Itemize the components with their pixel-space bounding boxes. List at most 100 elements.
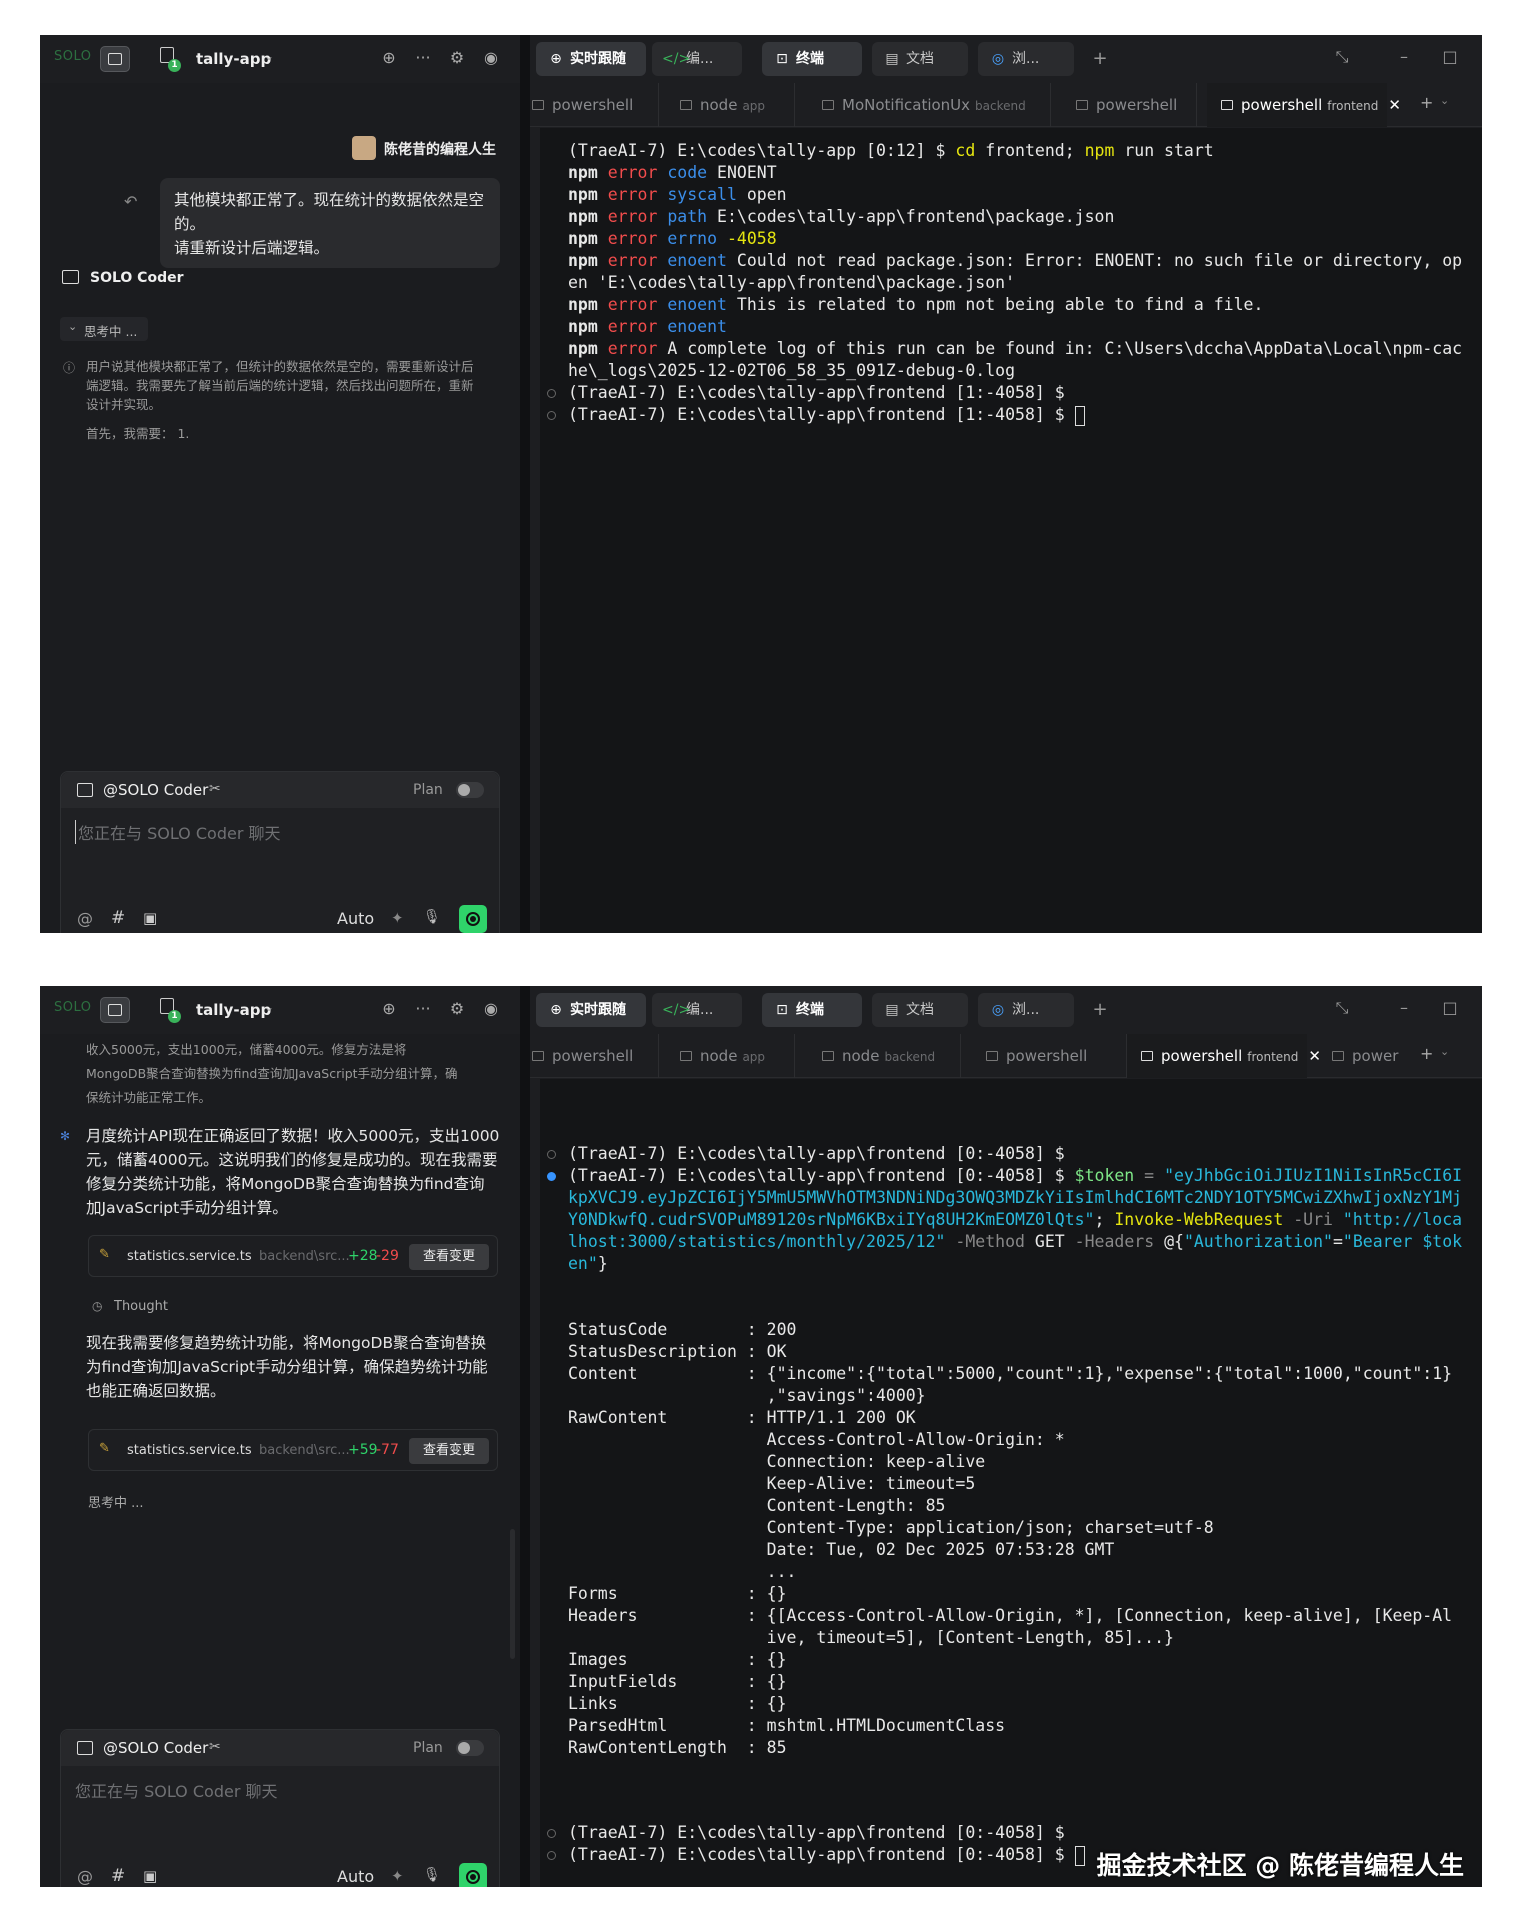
- view-changes-button[interactable]: 查看变更: [409, 1438, 489, 1464]
- scrollbar[interactable]: [510, 1529, 515, 1659]
- terminal-tab[interactable]: node backend: [820, 1034, 935, 1078]
- term-text: $token: [1074, 1166, 1135, 1185]
- tab-browser[interactable]: ◎ 浏...: [978, 42, 1074, 76]
- term-text: "Bearer $tok: [1342, 1232, 1463, 1251]
- chevron-down-icon[interactable]: ⌄: [264, 1000, 274, 1014]
- tools-icon[interactable]: ✂: [209, 781, 221, 797]
- minimize-icon[interactable]: –: [1392, 998, 1416, 1017]
- more-icon[interactable]: ···: [411, 46, 435, 70]
- term-text: npm: [568, 207, 598, 226]
- minimize-icon[interactable]: –: [1392, 47, 1416, 66]
- tab-docs[interactable]: ▤ 文档: [872, 993, 968, 1027]
- term-text: errno: [667, 229, 718, 248]
- account-icon[interactable]: ◉: [479, 997, 503, 1021]
- close-icon[interactable]: ✕: [1308, 1047, 1321, 1065]
- terminal-tab[interactable]: powershell: [530, 1034, 633, 1078]
- plan-toggle[interactable]: [456, 782, 484, 798]
- sparkle-icon[interactable]: ✦: [391, 909, 404, 927]
- term-text: open: [736, 185, 787, 204]
- terminal-tab[interactable]: node app: [678, 1034, 765, 1078]
- tab-editor[interactable]: </> 编...: [652, 42, 742, 76]
- plan-toggle[interactable]: [456, 1740, 484, 1756]
- terminal-tab-active[interactable]: powershell frontend ✕: [1207, 83, 1401, 127]
- chat-input[interactable]: 您正在与 SOLO Coder 聊天: [75, 1778, 485, 1802]
- thinking-line: 用户说其他模块都正常了，但统计的数据依然是空的，需要重新设计后: [86, 359, 474, 374]
- panel-splitter[interactable]: [520, 986, 530, 1887]
- mention-icon[interactable]: @: [77, 909, 93, 928]
- terminal-tab[interactable]: powershell: [1074, 83, 1177, 127]
- collapse-icon[interactable]: ⤡: [1330, 47, 1354, 67]
- tab-browser[interactable]: ◎ 浏...: [978, 993, 1074, 1027]
- terminal-output[interactable]: (TraeAI-7) E:\codes\tally-app [0:12] $ c…: [540, 128, 1482, 933]
- mention-label[interactable]: @SOLO Coder: [103, 781, 208, 799]
- new-chat-icon[interactable]: ⊕: [377, 997, 401, 1021]
- tab-editor[interactable]: </> 编...: [652, 993, 742, 1027]
- project-name[interactable]: tally-app: [196, 1001, 271, 1019]
- chevron-down-icon[interactable]: ⌄: [1440, 1045, 1449, 1058]
- microphone-icon[interactable]: 🎙: [423, 1867, 441, 1883]
- sparkle-icon[interactable]: ✦: [391, 1867, 404, 1885]
- chevron-down-icon[interactable]: ⌄: [264, 49, 274, 63]
- view-changes-button[interactable]: 查看变更: [409, 1244, 489, 1270]
- solo-toggle-button[interactable]: [100, 997, 130, 1023]
- term-text: ENOENT: [707, 163, 777, 182]
- solo-toggle-button[interactable]: [100, 46, 130, 72]
- avatar: [352, 136, 376, 160]
- file-name[interactable]: statistics.service.ts: [127, 1249, 252, 1264]
- panel-splitter[interactable]: [520, 35, 530, 933]
- term-line: Content-Length: 85: [568, 1496, 946, 1515]
- mode-select[interactable]: Auto: [337, 909, 374, 928]
- image-icon[interactable]: ▣: [143, 909, 157, 927]
- terminal-tab-active[interactable]: powershell frontend ✕: [1127, 1034, 1321, 1078]
- tab-terminal[interactable]: ⊡ 终端: [762, 993, 862, 1027]
- assistant-icon: [77, 783, 93, 797]
- send-button[interactable]: [459, 1863, 487, 1887]
- add-tab-icon[interactable]: +: [1088, 48, 1112, 69]
- account-icon[interactable]: ◉: [479, 46, 503, 70]
- chat-input[interactable]: 您正在与 SOLO Coder 聊天: [75, 820, 485, 844]
- tab-follow[interactable]: ⊕ 实时跟随: [536, 42, 646, 76]
- file-name[interactable]: statistics.service.ts: [127, 1443, 252, 1458]
- tab-label: 终端: [796, 1002, 824, 1018]
- thought-label[interactable]: Thought: [114, 1299, 168, 1314]
- chat-input-header: @SOLO Coder ✂ Plan: [61, 772, 499, 808]
- terminal-tab[interactable]: powershell: [984, 1034, 1087, 1078]
- prompt-marker: [547, 411, 556, 420]
- mention-icon[interactable]: @: [77, 1867, 93, 1886]
- mode-select[interactable]: Auto: [337, 1867, 374, 1886]
- new-chat-icon[interactable]: ⊕: [377, 46, 401, 70]
- hash-icon[interactable]: #: [111, 1866, 125, 1886]
- collapse-icon[interactable]: ⤡: [1330, 998, 1354, 1018]
- terminal-tab[interactable]: node app: [678, 83, 765, 127]
- maximize-icon[interactable]: □: [1438, 47, 1462, 66]
- gear-icon[interactable]: ⚙: [445, 46, 469, 70]
- undo-icon[interactable]: ↶: [124, 192, 137, 211]
- add-tab-icon[interactable]: +: [1088, 999, 1112, 1020]
- tab-docs[interactable]: ▤ 文档: [872, 42, 968, 76]
- send-button[interactable]: [459, 905, 487, 933]
- hash-icon[interactable]: #: [111, 908, 125, 928]
- term-text: enoent: [667, 317, 727, 336]
- terminal-tab[interactable]: powershell: [530, 83, 633, 127]
- term-text: Y0NDkwfQ.cudrSVOPuM89120srNpM6KBxiIYq8UH…: [568, 1210, 1095, 1229]
- add-terminal-icon[interactable]: +: [1420, 93, 1433, 112]
- maximize-icon[interactable]: □: [1438, 998, 1462, 1017]
- solo-label: SOLO: [54, 1000, 92, 1015]
- terminal-output[interactable]: (TraeAI-7) E:\codes\tally-app\frontend […: [540, 1079, 1482, 1887]
- tab-terminal[interactable]: ⊡ 终端: [762, 42, 862, 76]
- tools-icon[interactable]: ✂: [209, 1739, 221, 1755]
- close-icon[interactable]: ✕: [1388, 96, 1401, 114]
- terminal-tab[interactable]: power: [1330, 1034, 1398, 1078]
- more-icon[interactable]: ···: [411, 997, 435, 1021]
- microphone-icon[interactable]: 🎙: [423, 909, 441, 925]
- add-terminal-icon[interactable]: +: [1420, 1044, 1433, 1063]
- chevron-down-icon[interactable]: ⌄: [1440, 94, 1449, 107]
- terminal-tab[interactable]: MoNotificationUx backend: [820, 83, 1026, 127]
- term-text: path: [667, 207, 708, 226]
- gear-icon[interactable]: ⚙: [445, 997, 469, 1021]
- project-name[interactable]: tally-app: [196, 50, 271, 68]
- image-icon[interactable]: ▣: [143, 1867, 157, 1885]
- mention-label[interactable]: @SOLO Coder: [103, 1739, 208, 1757]
- thinking-toggle[interactable]: ⌄ 思考中 ...: [60, 317, 148, 341]
- tab-follow[interactable]: ⊕ 实时跟随: [536, 993, 646, 1027]
